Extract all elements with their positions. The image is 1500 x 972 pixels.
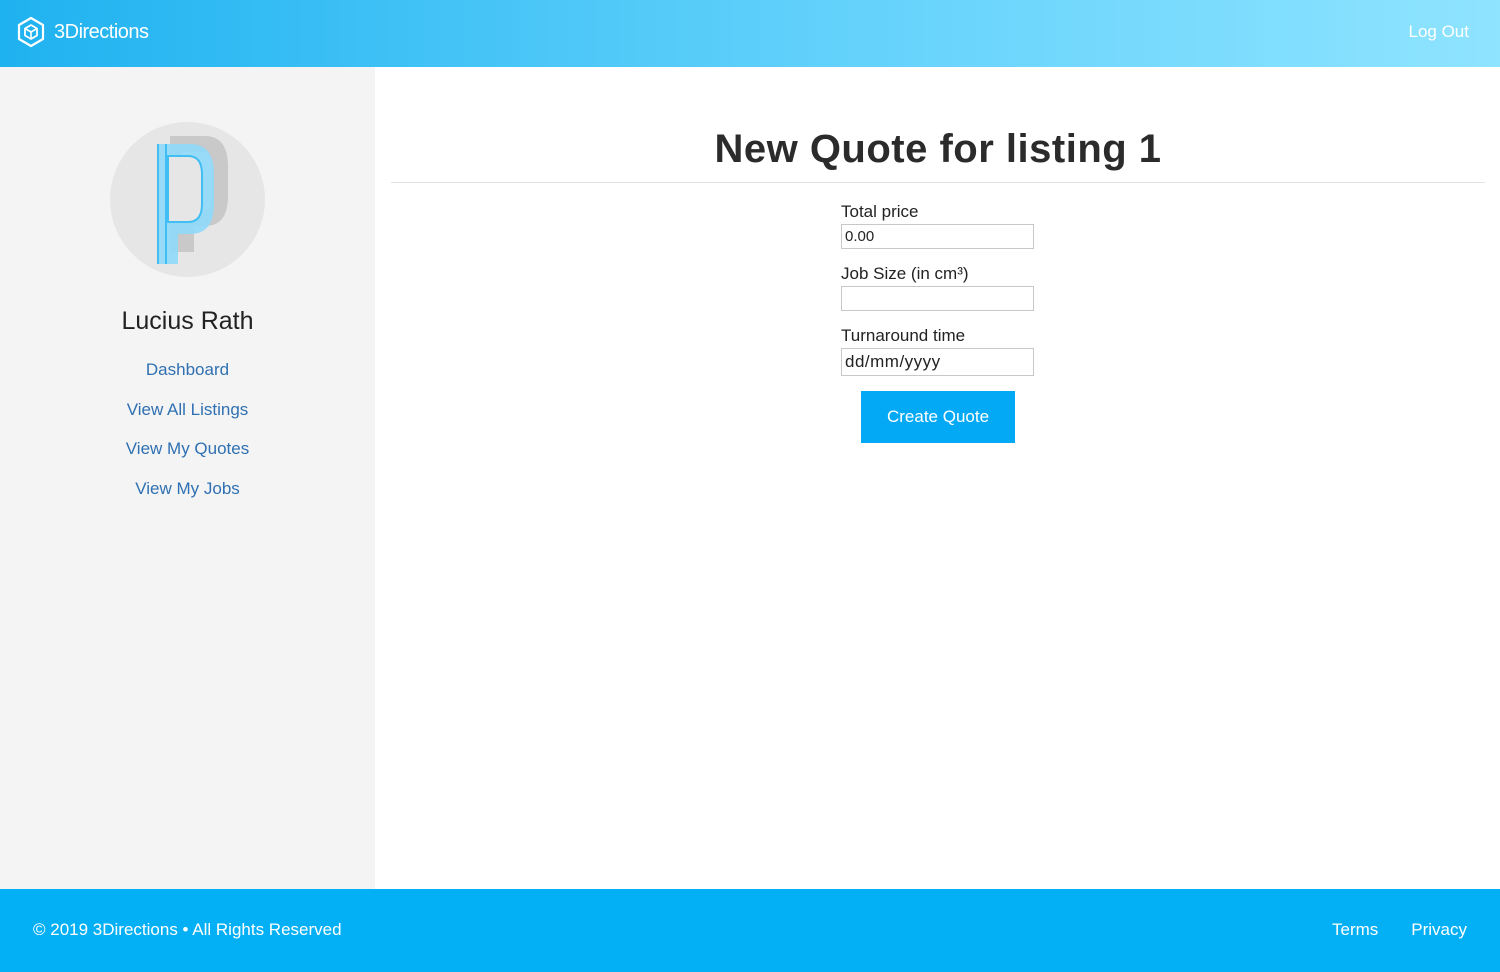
terms-link[interactable]: Terms: [1332, 920, 1378, 940]
top-navbar: 3Directions Log Out: [0, 0, 1500, 67]
total-price-label: Total price: [841, 202, 919, 221]
sidebar-item-listings: View All Listings: [0, 400, 375, 440]
page-title: New Quote for listing 1: [714, 127, 1162, 171]
privacy-link[interactable]: Privacy: [1411, 920, 1467, 940]
brand-logo-link[interactable]: 3Directions: [16, 16, 149, 48]
turnaround-date-input[interactable]: [841, 348, 1034, 376]
logout-link[interactable]: Log Out: [1409, 22, 1470, 42]
job-size-label: Job Size (in cm³): [841, 264, 969, 283]
letter-p-avatar-icon: [157, 136, 228, 264]
total-price-input[interactable]: [841, 224, 1034, 249]
footer: © 2019 3Directions • All Rights Reserved…: [0, 889, 1500, 972]
turnaround-time-label: Turnaround time: [841, 326, 966, 345]
cube-icon: [17, 16, 45, 48]
job-size-input[interactable]: [841, 286, 1034, 311]
copyright-text: © 2019 3Directions • All Rights Reserved: [33, 920, 342, 939]
view-my-quotes-link[interactable]: View My Quotes: [126, 439, 249, 458]
create-quote-button[interactable]: Create Quote: [861, 391, 1015, 443]
user-name: Lucius Rath: [121, 307, 254, 335]
brand-name: 3Directions: [54, 20, 149, 43]
sidebar-item-dashboard: Dashboard: [0, 360, 375, 400]
sidebar: Lucius Rath Dashboard View All Listings …: [0, 67, 375, 889]
footer-links: Terms Privacy: [1299, 920, 1467, 940]
new-quote-form: Total price Job Size (in cm³) Turnaround…: [841, 200, 1034, 376]
view-all-listings-link[interactable]: View All Listings: [127, 400, 249, 419]
avatar: [110, 122, 265, 277]
sidebar-nav: Dashboard View All Listings View My Quot…: [0, 360, 375, 518]
sidebar-item-jobs: View My Jobs: [0, 479, 375, 519]
main-content: New Quote for listing 1 Total price Job …: [375, 67, 1500, 889]
dashboard-link[interactable]: Dashboard: [146, 360, 229, 379]
sidebar-item-quotes: View My Quotes: [0, 439, 375, 479]
title-divider: [391, 182, 1485, 183]
view-my-jobs-link[interactable]: View My Jobs: [135, 479, 240, 498]
